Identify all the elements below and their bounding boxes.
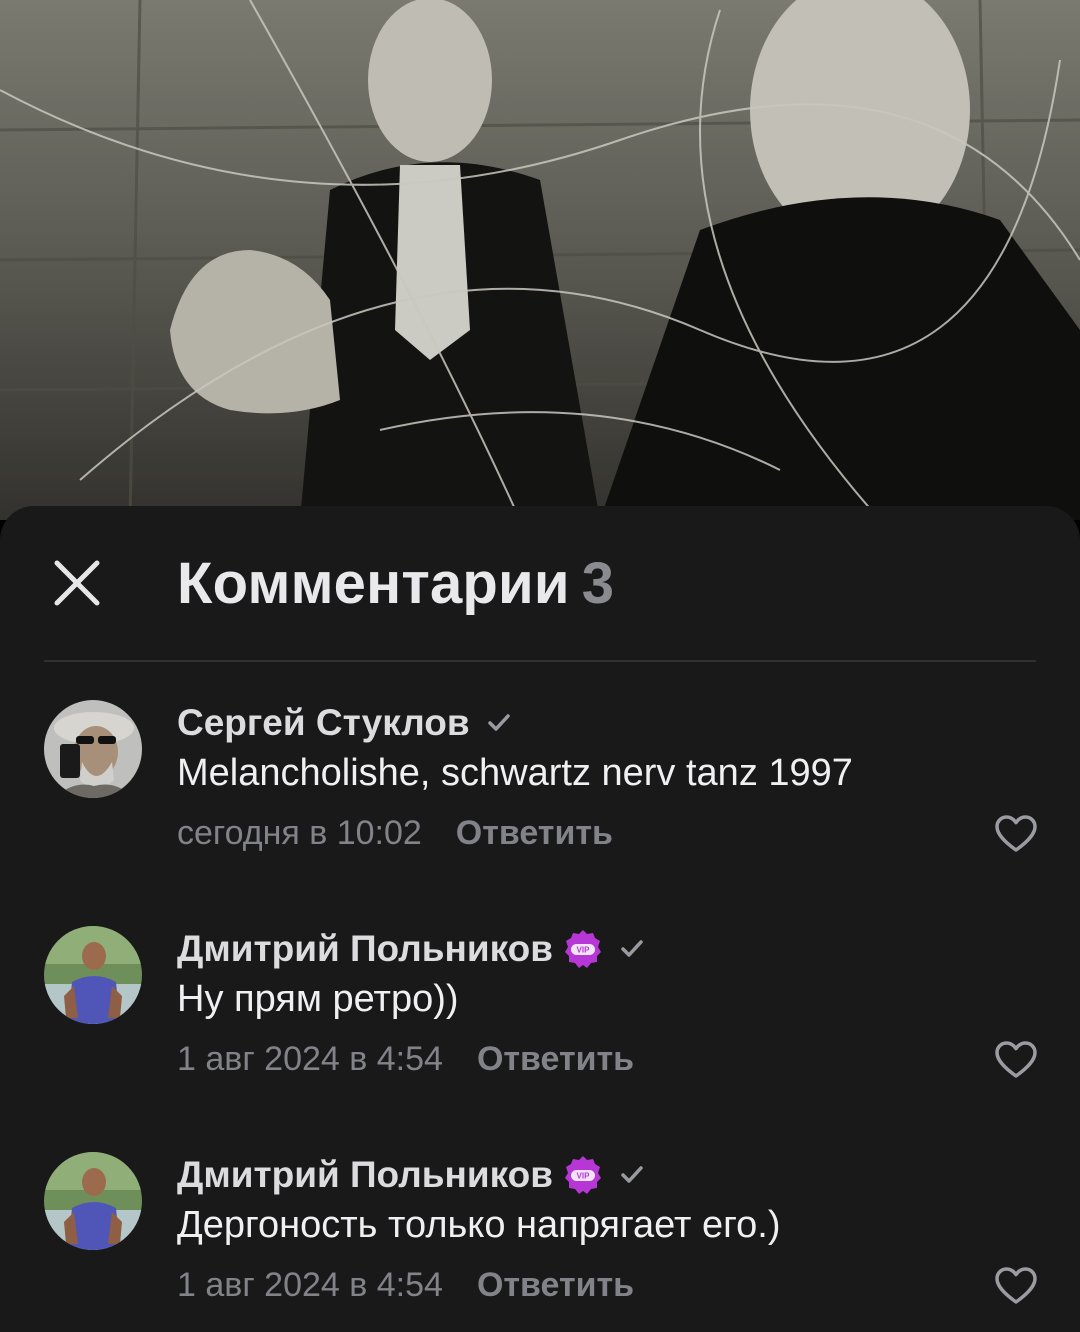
reply-button[interactable]: Ответить xyxy=(477,1040,634,1079)
screen: Комментарии 3 Сергей Стуклов Melancholis… xyxy=(0,0,1080,1332)
reply-button[interactable]: Ответить xyxy=(477,1266,634,1305)
comments-title: Комментарии xyxy=(177,551,570,616)
comment-author[interactable]: Дмитрий Польников xyxy=(177,1154,553,1196)
close-button[interactable] xyxy=(40,546,114,620)
reply-button[interactable]: Ответить xyxy=(456,814,613,853)
comment-meta: 1 авг 2024 в 4:54 Ответить xyxy=(177,1036,634,1082)
avatar-image xyxy=(44,926,142,1024)
comment-meta: сегодня в 10:02 Ответить xyxy=(177,810,613,856)
comment-text: Дергоность только напрягает его.) xyxy=(177,1204,781,1246)
comment-author-row: Дмитрий Польников VIP xyxy=(177,1152,647,1198)
like-button[interactable] xyxy=(990,1260,1042,1312)
avatar[interactable] xyxy=(44,700,142,798)
comment-author-row: Сергей Стуклов xyxy=(177,700,514,746)
comments-header: Комментарии 3 xyxy=(0,506,1080,660)
like-button[interactable] xyxy=(990,808,1042,860)
comment-item: Дмитрий Польников VIP Ну прям ретро)) 1 … xyxy=(0,926,1080,1126)
comment-text: Ну прям ретро)) xyxy=(177,978,459,1020)
comment-meta: 1 авг 2024 в 4:54 Ответить xyxy=(177,1262,634,1308)
comment-date: 1 авг 2024 в 4:54 xyxy=(177,1039,443,1078)
comment-date: 1 авг 2024 в 4:54 xyxy=(177,1265,443,1304)
avatar-image xyxy=(44,1152,142,1250)
avatar[interactable] xyxy=(44,1152,142,1250)
comment-date: сегодня в 10:02 xyxy=(177,813,422,852)
comment-text: Melancholishe, schwartz nerv tanz 1997 xyxy=(177,752,853,794)
video-player[interactable] xyxy=(0,0,1080,520)
comment-author-row: Дмитрий Польников VIP xyxy=(177,926,647,972)
vip-badge-icon: VIP xyxy=(563,929,603,969)
comments-sheet: Комментарии 3 Сергей Стуклов Melancholis… xyxy=(0,506,1080,1332)
vip-badge-icon: VIP xyxy=(563,1155,603,1195)
heart-outline-icon xyxy=(995,1267,1037,1304)
comment-item: Сергей Стуклов Melancholishe, schwartz n… xyxy=(0,700,1080,900)
header-divider xyxy=(44,660,1036,662)
avatar-image xyxy=(44,700,142,798)
checkmark-icon xyxy=(617,1160,647,1190)
checkmark-icon xyxy=(484,708,514,738)
page-title: Комментарии 3 xyxy=(177,550,614,617)
heart-outline-icon xyxy=(995,1041,1037,1078)
avatar[interactable] xyxy=(44,926,142,1024)
like-button[interactable] xyxy=(990,1034,1042,1086)
comment-author[interactable]: Дмитрий Польников xyxy=(177,928,553,970)
close-icon xyxy=(54,560,100,606)
svg-text:VIP: VIP xyxy=(577,946,591,955)
comment-item: Дмитрий Польников VIP Дергоность только … xyxy=(0,1152,1080,1332)
comments-count: 3 xyxy=(581,551,615,616)
checkmark-icon xyxy=(617,934,647,964)
comment-author[interactable]: Сергей Стуклов xyxy=(177,702,470,744)
video-frame-image xyxy=(0,0,1080,520)
heart-outline-icon xyxy=(995,815,1037,852)
svg-text:VIP: VIP xyxy=(577,1172,591,1181)
